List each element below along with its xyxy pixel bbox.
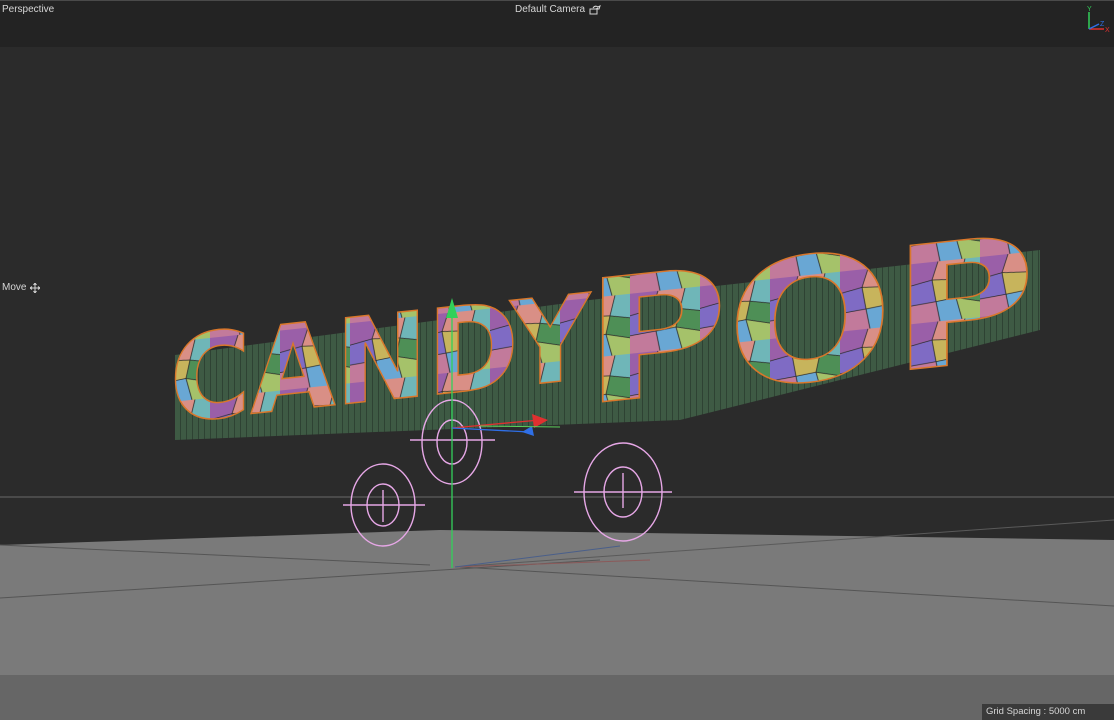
- active-tool-indicator[interactable]: Move: [2, 282, 41, 293]
- viewport-header: Perspective Default Camera Y Z X: [0, 0, 1114, 47]
- scene-canvas[interactable]: CANDY POP: [0, 47, 1114, 720]
- view-mode-label[interactable]: Perspective: [2, 4, 54, 15]
- pop-letters: POP: [585, 200, 1035, 445]
- move-tool-icon: [30, 282, 41, 293]
- candy-pop-text-object[interactable]: CANDY POP: [169, 199, 1040, 451]
- floor-plane: [0, 496, 1114, 720]
- grid-spacing-readout: Grid Spacing : 5000 cm: [982, 704, 1114, 720]
- camera-label: Default Camera: [515, 4, 586, 15]
- 3d-viewport[interactable]: CANDY POP Move Grid Spacing: 5000 cm: [0, 47, 1114, 720]
- axis-y-label: Y: [1087, 6, 1092, 13]
- camera-orbit-icon: [589, 4, 601, 14]
- axis-x-label: X: [1105, 27, 1110, 34]
- axis-gizmo-icon: Y Z X: [1087, 6, 1110, 34]
- active-tool-label: Move: [2, 282, 27, 293]
- camera-menu[interactable]: Default Camera: [515, 4, 601, 15]
